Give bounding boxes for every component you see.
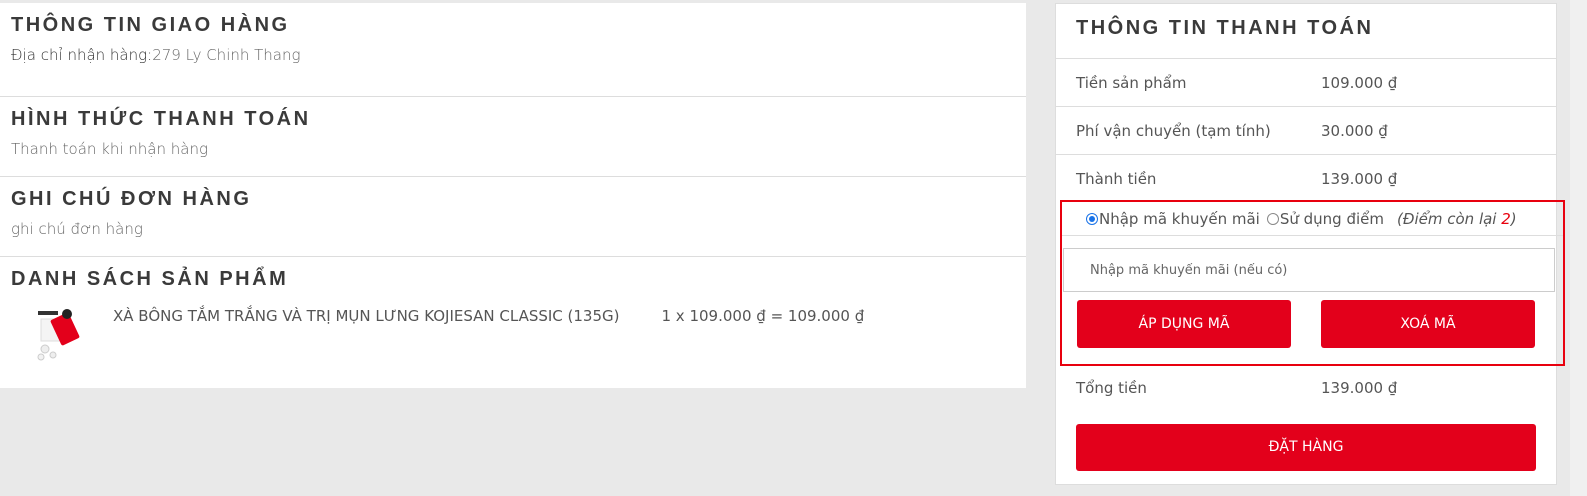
- apply-code-button[interactable]: ÁP DỤNG MÃ: [1077, 300, 1291, 348]
- payment-method-value: Thanh toán khi nhận hàng: [11, 140, 208, 158]
- product-item: XÀ BÔNG TẮM TRẮNG VÀ TRỊ MỤN LƯNG KOJIES…: [11, 305, 1015, 363]
- summary-row-amount: Thành tiền 139.000 ₫: [1056, 155, 1556, 203]
- shipping-fee-value: 30.000 ₫: [1321, 121, 1388, 140]
- clear-code-button[interactable]: XOÁ MÃ: [1321, 300, 1535, 348]
- place-order-button[interactable]: ĐẶT HÀNG: [1076, 424, 1536, 471]
- promo-code-option[interactable]: Nhập mã khuyến mãi: [1086, 210, 1260, 228]
- promo-code-input[interactable]: [1063, 248, 1555, 292]
- shipping-fee-label: Phí vận chuyển (tạm tính): [1076, 121, 1271, 140]
- shipping-title: THÔNG TIN GIAO HÀNG: [11, 14, 290, 36]
- total-label: Tổng tiền: [1076, 379, 1147, 397]
- payment-method-section: HÌNH THỨC THANH TOÁN Thanh toán khi nhận…: [0, 97, 1026, 177]
- page-scrollbar[interactable]: [1570, 0, 1587, 496]
- address-label: Địa chỉ nhận hàng:: [11, 46, 153, 64]
- order-details-panel: THÔNG TIN GIAO HÀNG Địa chỉ nhận hàng:27…: [0, 3, 1026, 388]
- product-list-title: DANH SÁCH SẢN PHẨM: [11, 268, 289, 290]
- points-remaining-value: 2: [1501, 209, 1511, 228]
- subtotal-value: 109.000 ₫: [1321, 73, 1398, 92]
- summary-title: THÔNG TIN THANH TOÁN: [1076, 17, 1374, 39]
- product-name: XÀ BÔNG TẮM TRẮNG VÀ TRỊ MỤN LƯNG KOJIES…: [113, 307, 620, 325]
- shipping-section: THÔNG TIN GIAO HÀNG Địa chỉ nhận hàng:27…: [0, 3, 1026, 97]
- payment-summary-panel: THÔNG TIN THANH TOÁN Tiền sản phẩm 109.0…: [1055, 3, 1565, 485]
- order-note-section: GHI CHÚ ĐƠN HÀNG ghi chú đơn hàng: [0, 177, 1026, 257]
- summary-row-subtotal: Tiền sản phẩm 109.000 ₫: [1056, 59, 1556, 107]
- summary-row-shipping: Phí vận chuyển (tạm tính) 30.000 ₫: [1056, 107, 1556, 155]
- use-points-radio[interactable]: [1266, 212, 1279, 225]
- use-points-option[interactable]: Sử dụng điểm: [1266, 209, 1384, 228]
- promo-code-option-label: Nhập mã khuyến mãi: [1099, 209, 1260, 228]
- summary-row-total: Tổng tiền 139.000 ₫: [1056, 364, 1556, 412]
- promo-options: Nhập mã khuyến mãi Sử dụng điểm (Điểm cò…: [1062, 202, 1563, 236]
- amount-value: 139.000 ₫: [1321, 170, 1398, 188]
- summary-title-row: THÔNG TIN THANH TOÁN: [1056, 4, 1556, 59]
- promo-box: Nhập mã khuyến mãi Sử dụng điểm (Điểm cò…: [1060, 200, 1565, 366]
- total-value: 139.000 ₫: [1321, 379, 1398, 397]
- payment-method-title: HÌNH THỨC THANH TOÁN: [11, 108, 311, 130]
- points-remaining-note: (Điểm còn lại 2): [1397, 210, 1517, 228]
- product-list-section: DANH SÁCH SẢN PHẨM XÀ BÔNG TẮM TRẮNG VÀ …: [0, 257, 1026, 363]
- points-note-suffix: ): [1510, 209, 1517, 228]
- subtotal-label: Tiền sản phẩm: [1076, 73, 1187, 92]
- address-value: 279 Ly Chinh Thang: [152, 46, 301, 64]
- order-note-value: ghi chú đơn hàng: [11, 220, 143, 238]
- amount-label: Thành tiền: [1076, 170, 1157, 188]
- product-price-line: 1 x 109.000 ₫ = 109.000 ₫: [661, 307, 865, 325]
- use-points-option-label: Sử dụng điểm: [1279, 209, 1384, 228]
- promo-code-radio[interactable]: [1086, 212, 1098, 225]
- points-note-prefix: (Điểm còn lại: [1397, 209, 1502, 228]
- order-note-title: GHI CHÚ ĐƠN HÀNG: [11, 188, 252, 210]
- shipping-address: Địa chỉ nhận hàng:279 Ly Chinh Thang: [11, 45, 1015, 65]
- product-image: [33, 305, 85, 363]
